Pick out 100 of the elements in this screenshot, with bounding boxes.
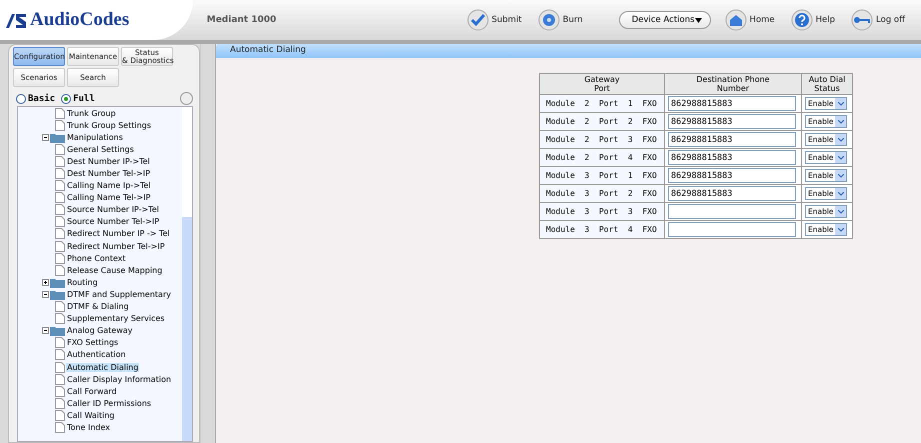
folder-icon [42,276,66,288]
table-cell: Module 3 Port 3 FXO [540,202,664,220]
tree-folder[interactable]: DTMF and Supplementary [66,290,172,299]
tree-item[interactable]: Redirect Number Tel->IP [66,242,166,251]
tree-folder[interactable]: Analog Gateway [66,326,134,336]
collapse-button[interactable] [180,92,193,105]
page-icon [55,422,65,433]
phone-number-field[interactable]: 862988815883 [668,168,796,183]
page-icon [55,301,65,312]
folder-icon [42,325,66,336]
table-cell: Module 3 Port 4 FXO [540,220,664,238]
tree-folder[interactable]: Routing [66,278,99,287]
tree-item[interactable]: Release Cause Mapping [66,266,164,275]
tree-item[interactable]: Call Forward [66,386,118,396]
checkmark-icon [466,9,489,31]
logo-icon [6,12,26,28]
house-icon [724,9,747,31]
page-icon [55,374,65,385]
page-icon [55,192,65,204]
page-icon [55,204,65,216]
chevron-icon [838,174,844,178]
table-cell: Module 3 Port 1 FXO [540,166,664,184]
table-cell: Module 3 Port 2 FXO [540,184,664,202]
chevron-icon [838,120,844,124]
page-icon [55,337,65,348]
page-icon [55,386,65,397]
tree-item[interactable]: Call Waiting [66,410,116,420]
product-name: Mediant 1000 [206,15,278,25]
phone-number-field[interactable]: 862988815883 [668,96,796,111]
column-header: Gateway Port [540,74,664,94]
page-icon [55,144,65,155]
page-icon [55,168,65,180]
tree-item[interactable]: Phone Context [66,254,127,263]
caret-icon [694,18,702,22]
phone-number-field[interactable]: 862988815883 [668,132,796,147]
page-icon [55,180,65,192]
tree-item[interactable]: Tone Index [66,422,111,432]
page-icon [55,252,65,264]
tree-item[interactable]: Caller Display Information [66,374,172,384]
column-header: Auto Dial Status [802,74,852,94]
page-title: Automatic Dialing [230,45,306,55]
chevron-icon [838,156,844,160]
table-cell: Module 2 Port 2 FXO [540,112,664,130]
chevron-icon [838,138,844,142]
radio-button[interactable] [61,94,72,104]
folder-icon [42,132,66,143]
toolbar-button[interactable]: Burn [538,9,583,31]
radio-label: Full [73,94,95,104]
page-icon [55,240,65,252]
toolbar-button[interactable]: Submit [466,9,522,31]
tree-item[interactable]: Dest Number IP->Tel [66,156,151,166]
help-icon [790,9,813,31]
tree-item[interactable]: Trunk Group Settings [66,120,152,130]
tree-folder[interactable]: Manipulations [66,132,124,142]
device-actions-dropdown[interactable]: Device Actions [618,11,711,29]
chevron-icon [838,102,844,106]
page-icon [55,313,65,324]
tree-item[interactable]: Caller ID Permissions [66,398,152,408]
radio-button[interactable] [16,94,26,104]
table-cell: Module 2 Port 4 FXO [540,148,664,166]
chevron-icon [838,192,844,196]
page-icon [55,349,65,360]
logo-text: AudioCodes [30,9,130,31]
tree-item[interactable]: Source Number Tel->IP [66,217,160,226]
tree-item[interactable]: Automatic Dialing [66,362,140,372]
phone-number-field[interactable]: 862988815883 [668,150,796,165]
page-icon [55,410,65,421]
chevron-icon [838,210,844,214]
tree-item[interactable]: DTMF & Dialing [66,302,130,312]
key-icon [851,9,874,31]
toolbar-button[interactable]: Help [790,9,836,31]
table-cell: Module 2 Port 3 FXO [540,130,664,148]
phone-number-field[interactable] [668,222,796,237]
radio-label: Basic [28,94,56,104]
page-icon [55,216,65,228]
tree-item[interactable]: Dest Number Tel->IP [66,169,152,178]
tree-item[interactable]: Supplementary Services [66,314,166,324]
phone-number-field[interactable] [668,204,796,219]
tree-item[interactable]: Redirect Number IP -> Tel [66,229,171,238]
chevron-icon [838,228,844,232]
phone-number-field[interactable]: 862988815883 [668,114,796,129]
page-icon [55,398,65,409]
tree-item[interactable]: Source Number IP->Tel [66,205,160,214]
page-icon [55,156,65,167]
phone-number-field[interactable]: 862988815883 [668,186,796,201]
folder-icon [42,288,66,300]
toolbar-button[interactable]: Log off [851,9,905,31]
tree-item[interactable]: Calling Name Tel->IP [66,193,152,202]
tree-item[interactable]: Calling Name Ip->Tel [66,181,152,190]
column-header: Destination Phone Number [664,74,802,94]
tree-item[interactable]: Authentication [66,350,127,360]
disc-icon [538,9,560,31]
tree-item[interactable]: FXO Settings [66,338,120,348]
tree-item[interactable]: General Settings [66,144,135,154]
toolbar-button[interactable]: Home [724,9,775,31]
page-icon [55,120,65,131]
scrollbar[interactable] [182,107,192,441]
page-icon [55,228,65,240]
table-cell: Module 2 Port 1 FXO [540,94,664,112]
tree-item[interactable]: Trunk Group [66,108,117,118]
